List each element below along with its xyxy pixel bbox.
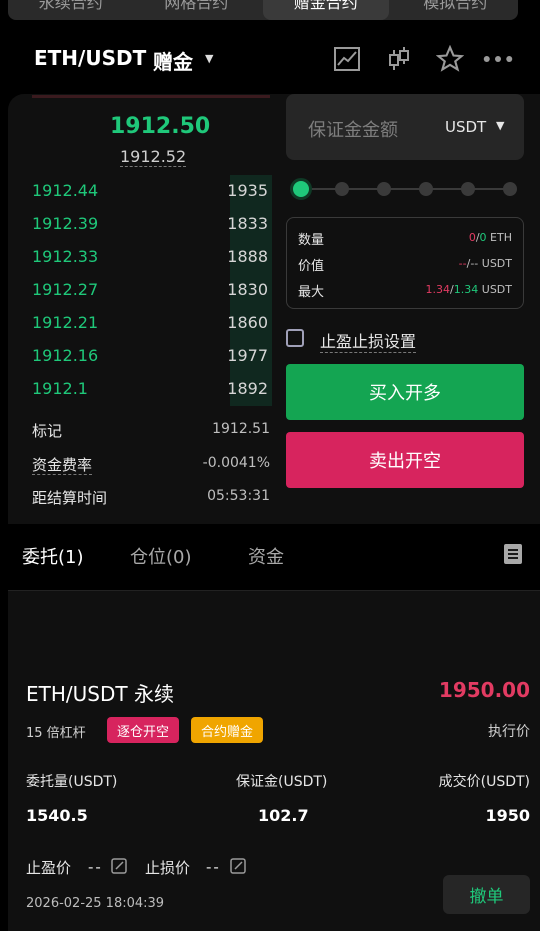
settlement-label: 距结算时间 [32, 489, 108, 507]
bid-price: 1912.39 [32, 214, 99, 233]
slider-step[interactable] [419, 182, 433, 196]
contract-type-tabs: 永续合约 网格合约 赠金合约 模拟合约 [8, 0, 518, 20]
order-qty-label: 委托量(USDT) [26, 774, 118, 790]
bid-price: 1912.33 [32, 247, 99, 266]
bid-price: 1912.1 [32, 379, 88, 398]
max-value: 1.34/1.34 USDT [425, 283, 512, 296]
slider-step[interactable] [461, 182, 475, 196]
bid-price: 1912.27 [32, 280, 99, 299]
pair-dropdown-icon[interactable]: ▼ [205, 52, 213, 65]
bid-price: 1912.16 [32, 346, 99, 365]
margin-unit-select[interactable]: USDT [445, 118, 486, 136]
take-profit-value: -- [88, 858, 103, 876]
order-list-icon[interactable] [504, 544, 522, 564]
margin-placeholder: 保证金金额 [308, 120, 398, 141]
orderbook-row[interactable]: 1912.1 1892 [32, 373, 272, 406]
max-label: 最大 [298, 285, 325, 300]
mark-label: 标记 [32, 422, 63, 440]
order-price: 1950.00 [438, 678, 530, 702]
tab-bonus[interactable]: 赠金合约 [263, 0, 389, 20]
mark-value: 1912.51 [212, 421, 270, 437]
slider-step[interactable] [503, 182, 517, 196]
orderbook-row[interactable]: 1912.33 1888 [32, 241, 272, 274]
stop-loss-value: -- [206, 858, 221, 876]
fill-price-value: 1950 [485, 806, 530, 825]
value-label: 价值 [298, 259, 325, 274]
funding-rate-value: -0.0041% [202, 455, 270, 471]
value-value: --/-- USDT [458, 257, 512, 270]
tpsl-label[interactable]: 止盈止损设置 [320, 328, 417, 353]
bid-qty: 1833 [227, 214, 268, 233]
settlement-countdown: 05:53:31 [207, 488, 270, 504]
bid-price: 1912.44 [32, 181, 99, 200]
orderbook-row[interactable]: 1912.21 1860 [32, 307, 272, 340]
chart-icon[interactable] [332, 44, 362, 74]
order-pair: ETH/USDT 永续 [26, 682, 174, 706]
tab-demo[interactable]: 模拟合约 [393, 0, 519, 20]
bid-qty: 1977 [227, 346, 268, 365]
bid-qty: 1888 [227, 247, 268, 266]
mark-price[interactable]: 1912.52 [120, 147, 187, 167]
pair-title[interactable]: ETH/USDT [34, 46, 146, 70]
orderbook-row[interactable]: 1912.39 1833 [32, 208, 272, 241]
bid-qty: 1860 [227, 313, 268, 332]
stop-loss-label: 止损价 [145, 859, 191, 877]
slider-step[interactable] [377, 182, 391, 196]
candlestick-icon[interactable] [384, 44, 414, 74]
more-icon[interactable] [483, 44, 513, 74]
slider-step[interactable] [335, 182, 349, 196]
bid-qty: 1935 [227, 181, 268, 200]
sell-short-button[interactable]: 卖出开空 [286, 432, 524, 488]
margin-label: 保证金(USDT) [236, 774, 328, 790]
order-timestamp: 2026-02-25 18:04:39 [26, 896, 165, 911]
margin-value: 102.7 [258, 806, 309, 825]
orderbook-row[interactable]: 1912.27 1830 [32, 274, 272, 307]
tab-orders[interactable]: 委托(1) [22, 543, 84, 569]
tab-funds[interactable]: 资金 [248, 543, 284, 569]
order-leverage: 15 倍杠杆 [26, 726, 86, 741]
tab-perpetual[interactable]: 永续合约 [8, 0, 134, 20]
leverage-slider-track[interactable] [300, 188, 510, 190]
edit-icon[interactable] [111, 858, 127, 874]
unit-dropdown-icon[interactable]: ▼ [496, 119, 504, 132]
bonus-badge: 合约赠金 [191, 717, 263, 743]
qty-value: 0/0 ETH [468, 231, 512, 244]
tab-grid[interactable]: 网格合约 [134, 0, 260, 20]
tab-positions[interactable]: 仓位(0) [130, 543, 192, 569]
qty-label: 数量 [298, 233, 325, 248]
orderbook-row[interactable]: 1912.44 1935 [32, 175, 272, 208]
bid-qty: 1830 [227, 280, 268, 299]
bid-price: 1912.21 [32, 313, 99, 332]
slider-thumb[interactable] [290, 178, 312, 200]
exec-price-label: 执行价 [488, 724, 530, 740]
buy-long-button[interactable]: 买入开多 [286, 364, 524, 420]
isolated-short-badge: 逐仓开空 [107, 717, 179, 743]
orderbook-row[interactable]: 1912.16 1977 [32, 340, 272, 373]
last-price: 1912.50 [110, 114, 211, 139]
tpsl-checkbox[interactable] [286, 329, 304, 347]
fill-price-label: 成交价(USDT) [438, 774, 530, 790]
edit-icon[interactable] [230, 858, 246, 874]
pair-subtitle[interactable]: 赠金 [153, 46, 193, 75]
take-profit-label: 止盈价 [26, 859, 72, 877]
cancel-order-button[interactable]: 撤单 [443, 875, 530, 914]
star-icon[interactable] [435, 44, 465, 74]
bid-qty: 1892 [227, 379, 268, 398]
order-qty-value: 1540.5 [26, 806, 88, 825]
orderbook-divider [32, 95, 270, 98]
funding-rate-label[interactable]: 资金费率 [32, 454, 93, 475]
